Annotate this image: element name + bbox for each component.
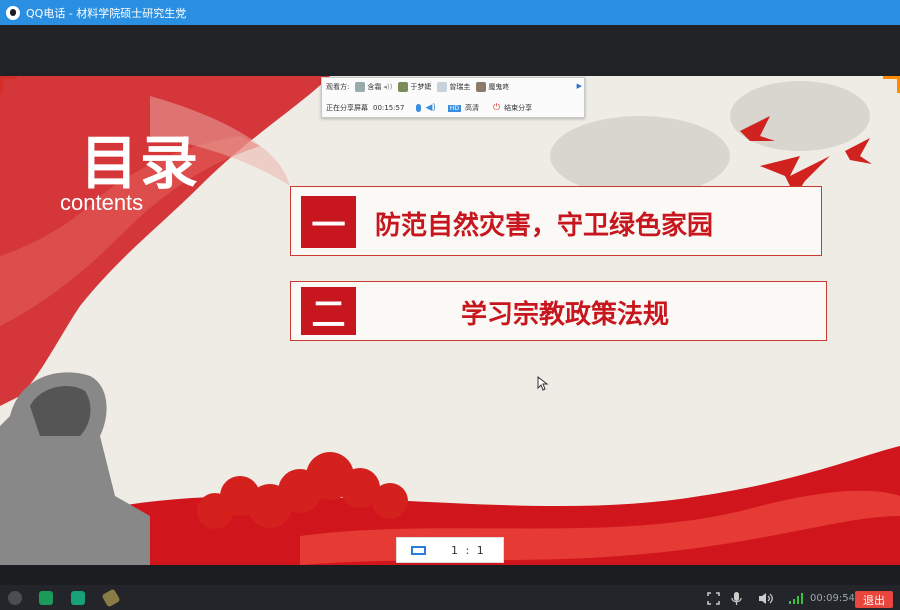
share-status-text: 正在分享屏幕: [326, 104, 368, 112]
mouse-cursor-icon: [537, 376, 549, 391]
end-share-button[interactable]: 结束分享: [504, 103, 532, 113]
viewer-item[interactable]: 含霜 ◂)): [355, 82, 392, 92]
viewer-name: 含霜: [367, 83, 382, 91]
power-icon: ⏻: [493, 103, 501, 113]
viewer-item[interactable]: 于梦婕: [398, 82, 431, 92]
avatar: [355, 82, 366, 92]
share-status-row: 正在分享屏幕 00:15:57 ◀) HD 高清 ⏻ 结束分享: [326, 102, 532, 114]
hd-icon: HD: [447, 104, 462, 112]
speaker-icon[interactable]: ◀): [425, 103, 435, 113]
viewer-name: 曾瑞圭: [449, 83, 471, 91]
fullscreen-icon[interactable]: [707, 592, 720, 605]
screen-share-toolbar: 观看方: 含霜 ◂)) 于梦婕 曾瑞圭 魔鬼咚 ▶ 正在分享屏幕 00:15:57…: [321, 77, 585, 118]
microphone-icon[interactable]: [731, 591, 742, 606]
zoom-control: 1 : 1: [396, 537, 504, 563]
settings-circle-icon[interactable]: [8, 591, 22, 605]
agenda-item-number: 二: [301, 287, 356, 335]
agenda-item-text: 学习宗教政策法规: [461, 300, 670, 330]
avatar: [398, 82, 409, 92]
viewer-item[interactable]: 曾瑞圭: [437, 82, 470, 92]
avatar: [437, 82, 448, 92]
window-titlebar: QQ电话 - 材料学院硕士研究生党: [0, 0, 900, 25]
avatar: [476, 82, 487, 92]
speaker-icon[interactable]: [758, 592, 774, 605]
slide-subheading: contents: [60, 190, 144, 215]
microphone-icon[interactable]: [416, 104, 422, 112]
viewer-name: 魔鬼咚: [488, 83, 510, 91]
agenda-item-2: 二 学习宗教政策法规: [290, 281, 827, 341]
volume-icon: ◂)): [383, 83, 393, 91]
viewer-name: 于梦婕: [410, 83, 432, 91]
viewers-row: 观看方: 含霜 ◂)) 于梦婕 曾瑞圭 魔鬼咚: [326, 81, 509, 93]
agenda-item-number: 一: [301, 196, 356, 248]
shared-screen-slide: 目录 contents 一 防范自然灾害，守卫绿色家园 二 学习宗教政策法规 观…: [0, 76, 900, 565]
chart-app-icon[interactable]: [39, 591, 53, 605]
slide-heading: 目录: [80, 129, 201, 197]
share-app-icon[interactable]: [71, 591, 85, 605]
signal-strength-icon: [789, 593, 803, 604]
quality-button[interactable]: 高清: [465, 103, 479, 113]
viewer-item[interactable]: 魔鬼咚: [476, 82, 509, 92]
qq-penguin-icon: [6, 5, 20, 20]
agenda-item-text: 防范自然灾害，守卫绿色家园: [375, 211, 714, 241]
more-viewers-arrow-icon[interactable]: ▶: [577, 82, 582, 90]
fit-window-icon[interactable]: [411, 546, 426, 555]
agenda-item-1: 一 防范自然灾害，守卫绿色家园: [290, 186, 822, 256]
share-elapsed-time: 00:15:57: [373, 104, 405, 112]
call-timer: 00:09:54: [810, 593, 855, 604]
zoom-ratio-button[interactable]: 1 : 1: [451, 544, 486, 557]
window-title: QQ电话 - 材料学院硕士研究生党: [26, 6, 187, 20]
viewers-label: 观看方:: [326, 83, 350, 91]
exit-button[interactable]: 退出: [855, 591, 893, 608]
top-video-band: [0, 25, 900, 76]
